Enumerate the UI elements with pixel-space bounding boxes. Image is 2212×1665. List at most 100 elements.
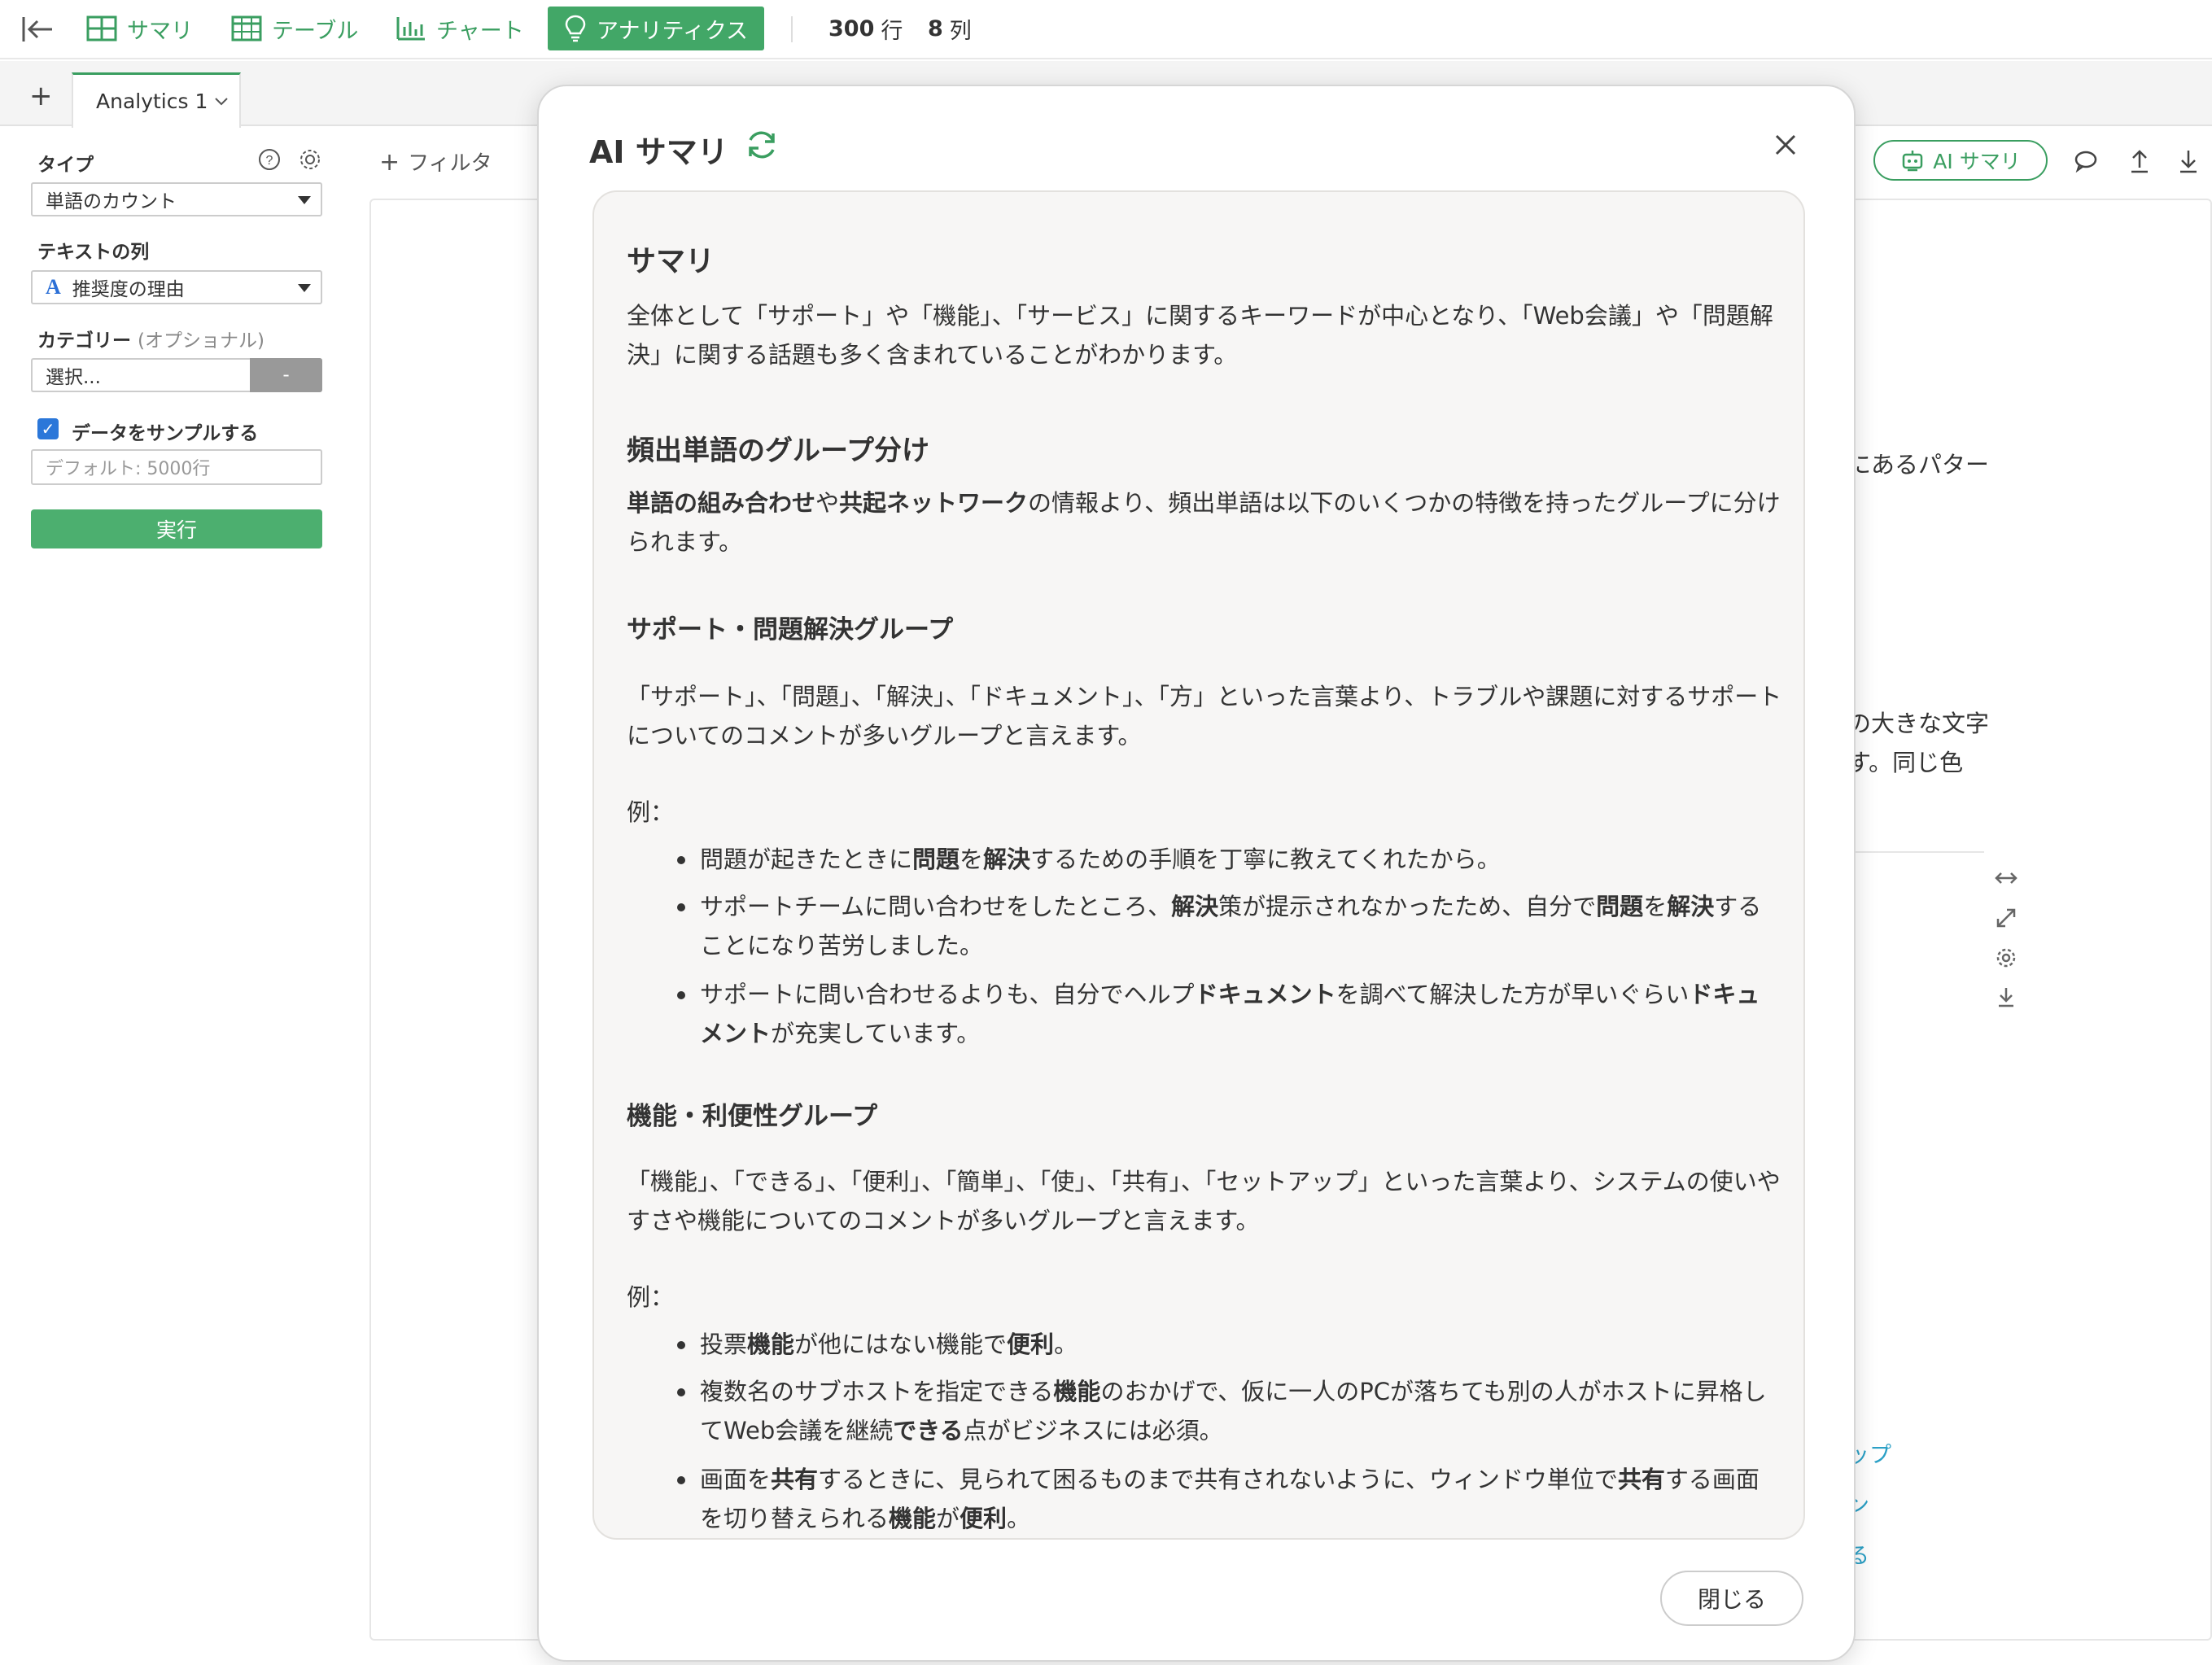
text-type-icon: A [46,275,61,299]
tab-analytics-1[interactable]: Analytics 1 [72,72,241,128]
category-optional-text: (オプショナル) [138,330,264,352]
bullet [677,856,685,864]
toolbar-divider [791,16,793,42]
grouping-intro-text-1: や [815,489,840,517]
sample-size-input[interactable]: デフォルト: 5000行 [31,449,322,485]
keyword: 問題 [912,846,960,873]
grouping-heading: 頻出単語のグループ分け [627,435,929,467]
chevron-down-icon[interactable] [214,97,229,107]
lightbulb-icon [565,15,586,42]
table-tab[interactable]: テーブル [231,7,358,50]
summary-tab-label: サマリ [127,18,193,44]
ai-summary-button-label: AI サマリ [1933,150,2021,173]
close-button[interactable]: 閉じる [1660,1571,1803,1626]
caret-down-icon [298,284,311,292]
keyword: できる [893,1417,964,1444]
sample-data-checkbox[interactable]: ✓ [37,418,59,439]
gear-icon[interactable] [298,147,322,172]
text: するときに、見られて困るものまで共有されないように、ウィンドウ単位で [818,1466,1618,1493]
keyword: 解決 [1171,893,1219,920]
keyword: 機能 [889,1505,937,1532]
category-label: カテゴリー (オプショナル) [37,325,264,352]
group-feature-example-1: 投票機能が他にはない機能で便利。 [700,1325,1782,1364]
group-support-example-1: 問題が起きたときに問題を解決するための手順を丁寧に教えてくれたから。 [700,840,1782,879]
sample-size-placeholder: デフォルト: 5000行 [46,459,211,479]
chart-settings-icon[interactable] [1994,946,2018,970]
category-select[interactable]: 選択... [31,358,251,392]
run-button[interactable]: 実行 [31,509,322,548]
text: 策が提示されなかったため、自分で [1218,893,1597,920]
summary-content: サマリ 全体として「サポート」や「機能」、「サービス」に関するキーワードが中心と… [592,190,1805,1540]
filter-button[interactable]: + フィルタ [379,146,492,177]
upload-icon[interactable] [2127,148,2152,174]
keyword: 解決 [983,846,1031,873]
keyword: 便利 [960,1505,1008,1532]
row-count-unit: 行 [881,18,903,44]
text-column-label: テキストの列 [37,242,150,263]
close-icon[interactable] [1773,132,1799,158]
robot-icon [1903,151,1923,172]
bullet [677,1476,685,1484]
fullscreen-icon[interactable] [1994,906,2018,930]
keyword: 機能 [1053,1378,1101,1405]
chart-download-icon[interactable] [1994,985,2018,1009]
text: サポートチームに問い合わせをしたところ、 [700,893,1172,920]
modal-title: AI サマリ [589,134,728,170]
comment-icon[interactable] [2074,148,2098,173]
keyword: 便利 [1007,1331,1055,1358]
collapse-left-icon[interactable] [21,15,54,44]
background-text-2: の大きな文字 [1847,710,1990,737]
chart-tab[interactable]: チャート [396,7,524,50]
text: 投票 [700,1331,748,1358]
analytics-config-sidebar: タイプ ? 単語のカウント テキストの列 A 推奨度の理由 カテゴリー (オプシ… [0,128,342,1665]
ai-summary-button[interactable]: AI サマリ [1873,140,2048,181]
bullet [677,903,685,911]
row-count: 300 行 [828,7,903,50]
text: を [1643,893,1668,920]
help-icon[interactable]: ? [257,147,282,172]
text-column-value: 推奨度の理由 [72,279,185,300]
text-column-select[interactable]: A 推奨度の理由 [31,270,322,304]
text: が他にはない機能で [794,1331,1008,1358]
text: 問題が起きたときに [700,846,913,873]
text: を調べて解決した方が早いぐらい [1336,981,1690,1008]
text: が充実しています。 [771,1020,981,1047]
group-support-example-label: 例： [627,798,675,826]
group-support-description: 「サポート」、「問題」、「解決」、「ドキュメント」、「方」といった言葉より、トラ… [627,683,1782,749]
summary-text: 全体として「サポート」や「機能」、「サービス」に関するキーワードが中心となり、「… [627,302,1773,369]
type-label: タイプ [37,155,94,176]
analytics-tab[interactable]: アナリティクス [548,7,765,50]
bullet [677,1341,685,1349]
expand-horizontal-icon[interactable] [1994,867,2018,889]
table-grid-icon [86,15,117,42]
text: するための手順を丁寧に教えてくれたから。 [1030,846,1501,873]
text: 画面を [700,1466,772,1493]
summary-tab[interactable]: サマリ [86,7,193,50]
top-toolbar: サマリ テーブル チャート アナリティクス 300 行 8列 [0,0,2212,59]
category-clear-button[interactable]: - [250,358,322,392]
text: サポートに問い合わせるよりも、自分でヘルプ [700,981,1195,1008]
column-count-value: 8 [928,15,943,42]
group-support-heading: サポート・問題解決グループ [627,615,954,645]
text: が [936,1505,960,1532]
type-select[interactable]: 単語のカウント [31,182,322,216]
caret-down-icon [298,196,311,204]
chart-tab-label: チャート [436,18,524,44]
download-icon[interactable] [2176,148,2201,174]
keyword: 問題 [1596,893,1644,920]
keyword: 共有 [1617,1466,1665,1493]
text: 。 [1054,1331,1078,1358]
keyword: 機能 [747,1331,795,1358]
add-tab-button[interactable]: + [29,82,53,110]
refresh-icon[interactable] [744,127,780,163]
group-support-example-2: サポートチームに問い合わせをしたところ、解決策が提示されなかったため、自分で問題… [700,887,1782,965]
table-icon [231,15,262,42]
bar-chart-icon [396,17,425,41]
ai-summary-modal: AI サマリ サマリ 全体として「サポート」や「機能」、「サービス」に関するキー… [537,85,1856,1662]
background-text-1: にあるパター [1847,451,1990,479]
group-feature-example-2: 複数名のサブホストを指定できる機能のおかげで、仮に一人のPCが落ちても別の人がホ… [700,1372,1782,1450]
row-count-value: 300 [828,15,875,42]
column-count-unit: 列 [949,18,972,44]
table-tab-label: テーブル [272,18,359,44]
text: 複数名のサブホストを指定できる [700,1378,1054,1405]
